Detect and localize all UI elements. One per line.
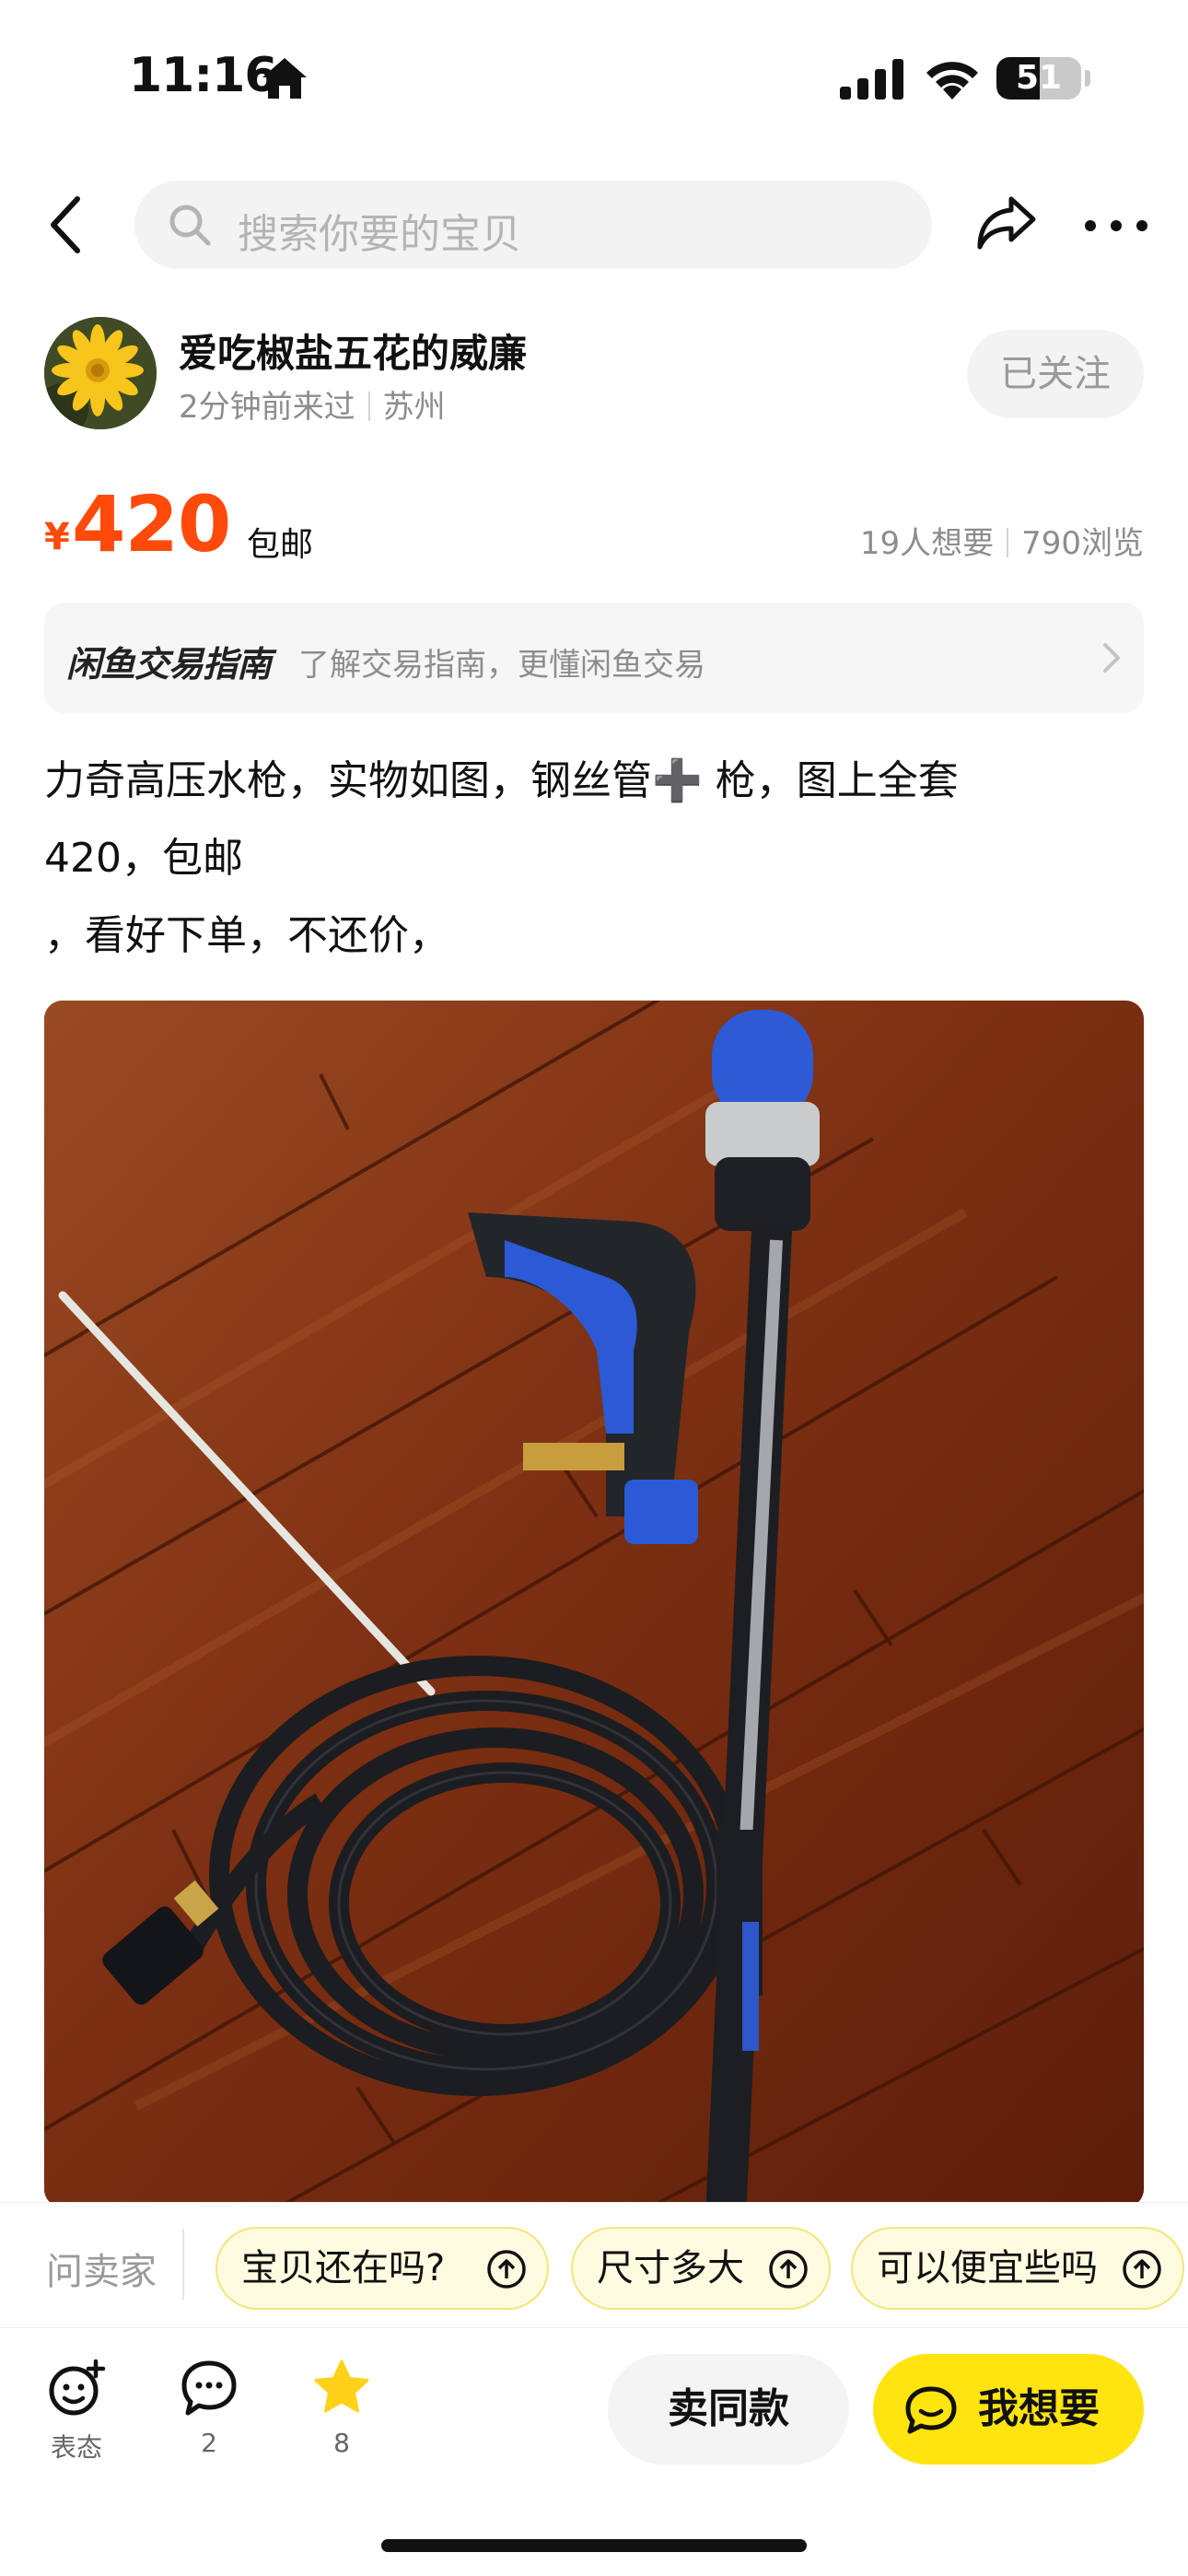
meta-divider bbox=[367, 392, 370, 421]
chip-label: 宝贝还在吗? bbox=[241, 2247, 446, 2289]
favorite-button[interactable]: 8 bbox=[291, 2358, 392, 2458]
chevron-right-icon bbox=[1103, 643, 1120, 673]
description-line: ，看好下单，不还价， bbox=[44, 912, 449, 959]
share-icon[interactable] bbox=[974, 193, 1039, 252]
battery-cap bbox=[1085, 70, 1090, 87]
react-button[interactable]: 表态 bbox=[26, 2358, 127, 2465]
wifi-icon bbox=[926, 62, 978, 100]
home-indicator bbox=[381, 2539, 807, 2552]
item-stats: 19人想要 790浏览 bbox=[860, 518, 1144, 563]
battery-indicator: 51 bbox=[996, 57, 1081, 100]
chip-label: 尺寸多大 bbox=[597, 2247, 744, 2289]
item-description: 力奇高压水枪，实物如图，钢丝管➕ 枪，图上全套 420，包邮 ，看好下单，不还价… bbox=[44, 743, 1144, 975]
quick-question-chip[interactable]: 尺寸多大 bbox=[571, 2227, 831, 2310]
seller-avatar[interactable] bbox=[44, 317, 157, 429]
ask-seller-label: 问卖家 bbox=[46, 2251, 157, 2293]
status-time: 11:16 bbox=[129, 48, 278, 103]
battery-level: 51 bbox=[1015, 59, 1063, 97]
trade-guide-banner[interactable]: 闲鱼交易指南 了解交易指南，更懂闲鱼交易 bbox=[44, 603, 1144, 713]
stats-divider bbox=[1007, 528, 1009, 557]
want-label: 我想要 bbox=[978, 2385, 1100, 2432]
quick-question-chip[interactable]: 宝贝还在吗? bbox=[215, 2227, 549, 2310]
search-placeholder: 搜索你要的宝贝 bbox=[238, 211, 521, 258]
quick-question-chip[interactable]: 可以便宜些吗 bbox=[851, 2227, 1184, 2310]
ask-divider bbox=[182, 2229, 184, 2301]
seller-name[interactable]: 爱吃椒盐五花的威廉 bbox=[179, 322, 527, 379]
arrow-up-circle-icon bbox=[769, 2250, 808, 2289]
arrow-up-circle-icon bbox=[1123, 2250, 1161, 2289]
comment-count: 2 bbox=[201, 2428, 217, 2458]
comment-button[interactable]: 2 bbox=[158, 2358, 260, 2458]
more-icon[interactable] bbox=[1083, 212, 1149, 240]
shipping-label: 包邮 bbox=[247, 526, 314, 564]
seller-meta: 2分钟前来过 苏州 bbox=[179, 381, 446, 427]
search-input[interactable]: 搜索你要的宝贝 bbox=[134, 181, 932, 269]
guide-description: 了解交易指南，更懂闲鱼交易 bbox=[298, 647, 705, 684]
arrow-up-circle-icon bbox=[487, 2250, 526, 2289]
price-value: 420 bbox=[72, 479, 231, 569]
seller-location: 苏州 bbox=[382, 389, 446, 426]
product-photo[interactable] bbox=[44, 1001, 1144, 2207]
status-bar: 11:16 51 bbox=[0, 0, 1188, 157]
chip-label: 可以便宜些吗 bbox=[877, 2247, 1098, 2289]
favorite-count: 8 bbox=[333, 2428, 350, 2458]
views-count: 790浏览 bbox=[1021, 525, 1144, 562]
description-line: 420，包邮 bbox=[44, 835, 243, 882]
want-button[interactable]: 我想要 bbox=[873, 2354, 1144, 2465]
comment-icon bbox=[181, 2360, 237, 2416]
ask-seller-bar: 问卖家 宝贝还在吗? 尺寸多大 可以便宜些吗 bbox=[0, 2202, 1188, 2327]
chat-bubble-icon bbox=[905, 2386, 957, 2434]
cellular-signal-icon bbox=[840, 59, 903, 100]
wants-count: 19人想要 bbox=[859, 525, 995, 562]
search-icon bbox=[169, 205, 211, 246]
react-label: 表态 bbox=[50, 2432, 102, 2463]
description-line: 力奇高压水枪，实物如图，钢丝管➕ 枪，图上全套 bbox=[44, 757, 959, 804]
star-icon bbox=[314, 2359, 369, 2413]
price-currency: ¥ bbox=[44, 516, 70, 558]
flower-avatar-image bbox=[44, 317, 157, 429]
sell-same-item-button[interactable]: 卖同款 bbox=[608, 2354, 849, 2465]
pressure-washer-photo bbox=[44, 1001, 1144, 2207]
guide-title: 闲鱼交易指南 bbox=[66, 644, 272, 685]
home-icon bbox=[262, 58, 307, 99]
follow-button[interactable]: 已关注 bbox=[967, 330, 1144, 418]
seller-last-seen: 2分钟前来过 bbox=[179, 389, 355, 426]
item-detail-page: 11:16 51 搜索你要的宝贝 爱吃椒盐五花的威廉 2分钟前来过 苏州 已关注… bbox=[0, 0, 1188, 2576]
back-icon[interactable] bbox=[41, 190, 92, 260]
emoji-react-icon bbox=[49, 2359, 106, 2416]
